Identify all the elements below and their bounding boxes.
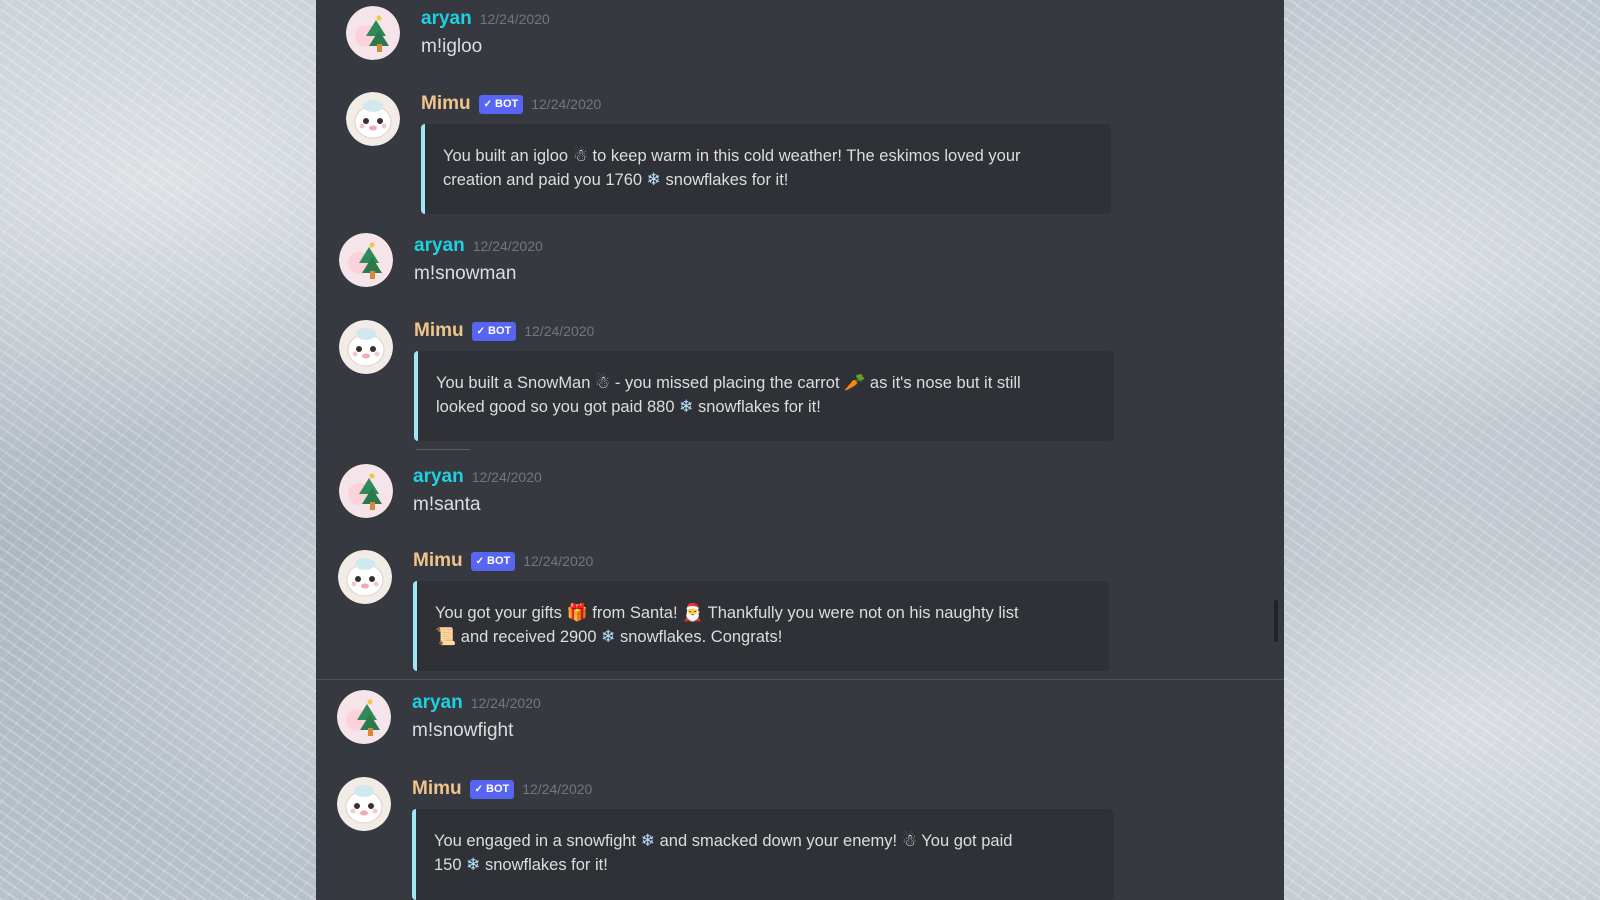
- timestamp: 12/24/2020: [479, 11, 550, 27]
- username[interactable]: Mimu: [412, 778, 462, 800]
- check-icon: ✓: [476, 325, 485, 337]
- new-messages-divider: [316, 679, 1284, 680]
- embed: You engaged in a snowfight ❄ and smacked…: [412, 809, 1114, 900]
- timestamp: 12/24/2020: [522, 781, 593, 797]
- check-icon: ✓: [483, 98, 492, 110]
- timestamp: 12/24/2020: [472, 238, 543, 254]
- username[interactable]: aryan: [421, 8, 472, 30]
- santa-icon: 🎅: [682, 603, 704, 623]
- username[interactable]: Mimu: [421, 93, 471, 115]
- message-text: m!snowman: [414, 263, 517, 284]
- username[interactable]: Mimu: [413, 550, 463, 572]
- avatar-aryan[interactable]: [337, 690, 391, 744]
- timestamp: 12/24/2020: [470, 695, 541, 711]
- timestamp: 12/24/2020: [524, 323, 595, 339]
- bot-badge: ✓ BOT: [469, 779, 515, 799]
- message-text: m!igloo: [421, 36, 483, 57]
- username[interactable]: aryan: [413, 466, 464, 488]
- embed: You got your gifts 🎁 from Santa! 🎅 Thank…: [413, 581, 1109, 671]
- snowman-icon: ☃: [595, 373, 611, 393]
- chat-panel: aryan 12/24/2020 m!igloo Mimu ✓ BOT 12/24…: [316, 0, 1284, 900]
- snowball-icon: ☃: [901, 831, 917, 851]
- timestamp: 12/24/2020: [523, 553, 594, 569]
- avatar-mimu[interactable]: [339, 320, 393, 374]
- gift-icon: 🎁: [566, 603, 588, 623]
- snowman-icon: ☃: [572, 146, 588, 166]
- username[interactable]: aryan: [412, 692, 463, 714]
- timestamp: 12/24/2020: [531, 96, 602, 112]
- snowflake-icon: ❄: [640, 831, 655, 851]
- avatar-mimu[interactable]: [346, 92, 400, 146]
- message-text: m!snowfight: [412, 720, 514, 741]
- carrot-icon: 🥕: [844, 373, 866, 393]
- avatar-aryan[interactable]: [346, 6, 400, 60]
- avatar-aryan[interactable]: [339, 233, 393, 287]
- bot-badge: ✓ BOT: [470, 551, 516, 571]
- snowflake-icon: ❄: [646, 170, 661, 190]
- timestamp: 12/24/2020: [471, 469, 542, 485]
- avatar-mimu[interactable]: [338, 550, 392, 604]
- check-icon: ✓: [475, 555, 484, 567]
- scroll-icon: 📜: [435, 627, 457, 647]
- scrollbar-thumb[interactable]: [1274, 600, 1278, 642]
- message-text: m!santa: [413, 494, 481, 515]
- username[interactable]: aryan: [414, 235, 465, 257]
- snowflake-icon: ❄: [679, 397, 694, 417]
- avatar-mimu[interactable]: [337, 777, 391, 831]
- username[interactable]: Mimu: [414, 320, 464, 342]
- separator-line: [416, 449, 470, 450]
- snowflake-icon: ❄: [601, 627, 616, 647]
- embed: You built a SnowMan ☃ - you missed placi…: [414, 351, 1114, 441]
- bot-badge: ✓ BOT: [478, 94, 524, 114]
- check-icon: ✓: [474, 783, 483, 795]
- avatar-aryan[interactable]: [339, 464, 393, 518]
- bot-badge: ✓ BOT: [471, 321, 517, 341]
- snowflake-icon: ❄: [466, 855, 481, 875]
- embed: You built an igloo ☃ to keep warm in thi…: [421, 124, 1111, 214]
